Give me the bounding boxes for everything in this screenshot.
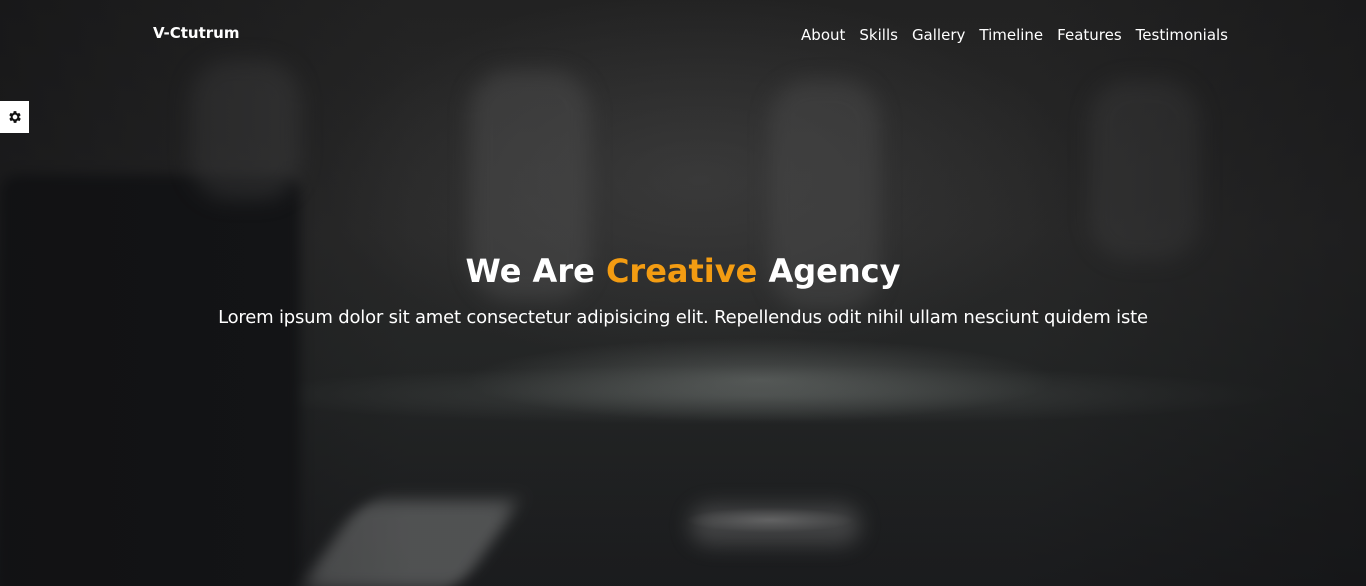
top-navbar: V-Ctutrum About Skills Gallery Timeline … (0, 0, 1366, 70)
brand-logo-link[interactable]: V-Ctutrum (153, 24, 239, 42)
nav-link-timeline[interactable]: Timeline (979, 26, 1043, 44)
nav-link-gallery[interactable]: Gallery (912, 26, 965, 44)
hero-headline: We Are Creative Agency (0, 252, 1366, 290)
nav-item-testimonials: Testimonials (1136, 25, 1228, 44)
hero-subtitle: Lorem ipsum dolor sit amet consectetur a… (218, 307, 1148, 328)
headline-suffix: Agency (757, 252, 901, 290)
nav-item-gallery: Gallery (912, 25, 965, 44)
nav-item-about: About (801, 25, 845, 44)
nav-link-skills[interactable]: Skills (859, 26, 898, 44)
nav-link-testimonials[interactable]: Testimonials (1136, 26, 1228, 44)
headline-prefix: We Are (465, 252, 606, 290)
headline-accent: Creative (605, 252, 758, 290)
hero-background (0, 0, 1366, 586)
nav-link-about[interactable]: About (801, 26, 845, 44)
gear-icon (8, 111, 21, 123)
nav-item-skills: Skills (859, 25, 898, 44)
nav-link-features[interactable]: Features (1057, 26, 1122, 44)
nav-menu: About Skills Gallery Timeline Features T… (801, 25, 1228, 44)
nav-item-features: Features (1057, 25, 1122, 44)
settings-toggle-button[interactable] (0, 101, 29, 133)
nav-item-timeline: Timeline (979, 25, 1043, 44)
hero-overlay (0, 0, 1366, 586)
